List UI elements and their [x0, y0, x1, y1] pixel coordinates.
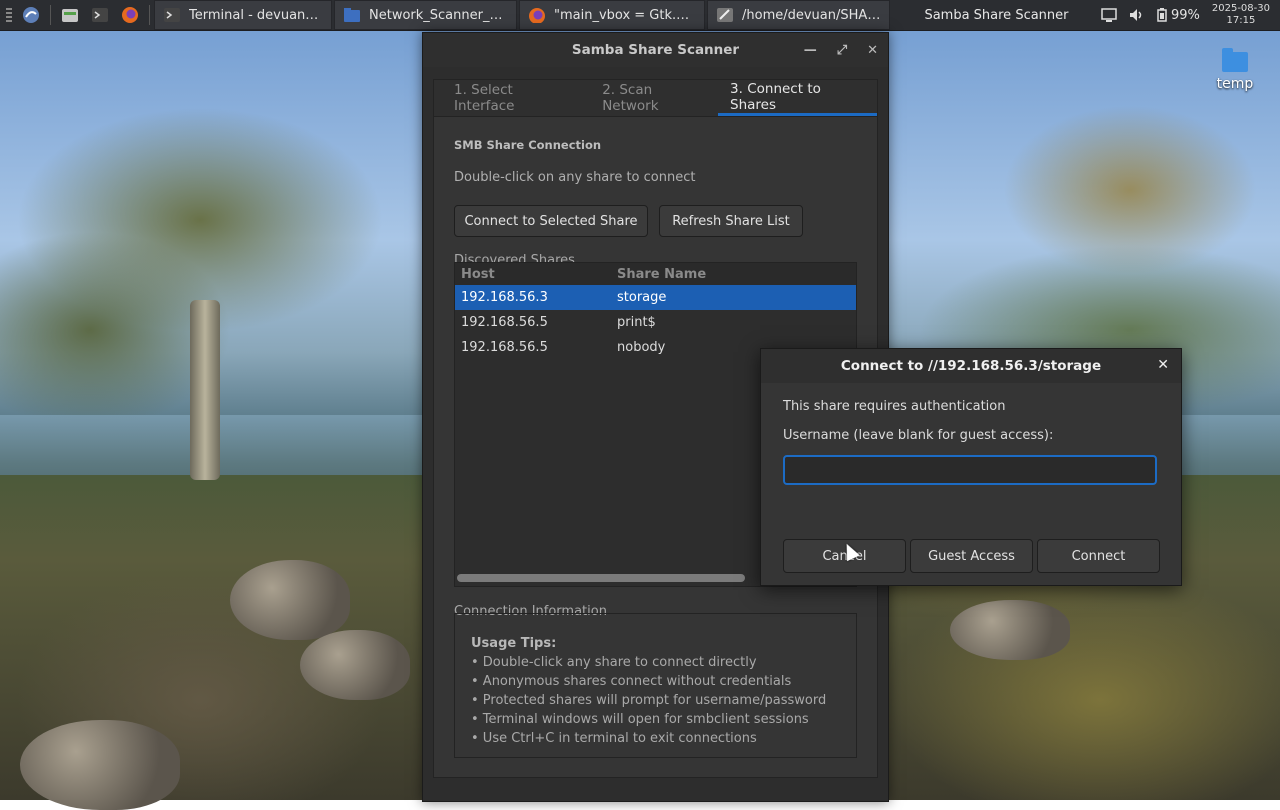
separator [50, 5, 51, 25]
column-header-share-name[interactable]: Share Name [611, 263, 856, 285]
tip-line: • Anonymous shares connect without crede… [471, 674, 792, 689]
volume-icon[interactable] [1129, 8, 1145, 22]
clock-time: 17:15 [1226, 15, 1256, 26]
minimize-icon[interactable]: — [804, 43, 817, 58]
window-title: Samba Share Scanner [571, 42, 740, 58]
wallpaper-rock [300, 630, 410, 700]
auth-message: This share requires authentication [783, 399, 1006, 414]
clock-date: 2025-08-30 [1211, 3, 1270, 14]
auth-dialog: Connect to //192.168.56.3/storage ✕ This… [760, 348, 1182, 586]
table-row[interactable]: 192.168.56.3 storage [455, 285, 856, 310]
guest-access-button[interactable]: Guest Access [910, 539, 1033, 573]
section-title: SMB Share Connection [454, 138, 602, 152]
task-label: "main_vbox = Gtk.VBo... [554, 7, 696, 23]
folder-icon [344, 8, 360, 22]
username-input[interactable] [783, 455, 1157, 485]
close-icon[interactable]: ✕ [1157, 357, 1169, 373]
cell-share: print$ [617, 315, 656, 330]
folder-icon [1222, 48, 1248, 72]
battery-indicator[interactable]: 99% [1157, 8, 1200, 23]
tab-select-interface[interactable]: 1. Select Interface [434, 80, 582, 116]
tab-connect-to-shares[interactable]: 3. Connect to Shares [718, 80, 878, 116]
dialog-titlebar[interactable]: Connect to //192.168.56.3/storage ✕ [761, 349, 1181, 383]
wallpaper-tree [190, 300, 220, 480]
battery-percent: 99% [1170, 7, 1200, 23]
terminal-launcher-icon[interactable] [89, 4, 111, 26]
tip-line: • Protected shares will prompt for usern… [471, 693, 827, 708]
cell-host: 192.168.56.5 [461, 315, 548, 330]
wallpaper-rock [20, 720, 180, 810]
task-file-manager[interactable]: Network_Scanner_To... [334, 0, 517, 30]
connection-info-frame: Usage Tips: • Double-click any share to … [454, 613, 857, 758]
firefox-icon [529, 8, 545, 23]
tab-bar: 1. Select Interface 2. Scan Network 3. C… [434, 80, 878, 117]
tips-title: Usage Tips: [471, 636, 557, 651]
task-firefox[interactable]: "main_vbox = Gtk.VBo... [519, 0, 705, 30]
dialog-title: Connect to //192.168.56.3/storage [840, 358, 1102, 374]
table-row[interactable]: 192.168.56.5 print$ [455, 310, 856, 335]
editor-icon [717, 8, 733, 22]
tip-line: • Double-click any share to connect dire… [471, 655, 757, 670]
display-icon[interactable] [1101, 8, 1117, 22]
cell-share: storage [617, 290, 667, 305]
tab-scan-network[interactable]: 2. Scan Network [582, 80, 718, 116]
terminal-icon [164, 8, 180, 22]
close-icon[interactable]: ✕ [867, 43, 878, 58]
tip-line: • Use Ctrl+C in terminal to exit connect… [471, 731, 757, 746]
tip-line: • Terminal windows will open for smbclie… [471, 712, 809, 727]
wallpaper-rock [230, 560, 350, 640]
task-terminal[interactable]: Terminal - devuan@d... [154, 0, 332, 30]
clock[interactable]: 2025-08-30 17:15 [1212, 3, 1270, 27]
task-label: /home/devuan/SHAR... [742, 7, 881, 23]
panel-grip[interactable] [6, 8, 12, 22]
task-label: Network_Scanner_To... [369, 7, 508, 23]
file-manager-launcher-icon[interactable] [59, 4, 81, 26]
wallpaper-rock [950, 600, 1070, 660]
horizontal-scrollbar[interactable] [457, 574, 745, 582]
taskbar: Terminal - devuan@d... Network_Scanner_T… [0, 0, 1280, 31]
menu-launcher-icon[interactable] [20, 4, 42, 26]
active-window-title: Samba Share Scanner [924, 7, 1069, 23]
connect-selected-share-button[interactable]: Connect to Selected Share [454, 205, 648, 237]
desktop-icon-label: temp [1216, 76, 1254, 92]
window-titlebar[interactable]: Samba Share Scanner — ⤢ ✕ [423, 33, 888, 67]
cell-host: 192.168.56.3 [461, 290, 548, 305]
table-header: Host Share Name [455, 263, 856, 285]
maximize-icon[interactable]: ⤢ [837, 43, 847, 58]
system-tray: 99% 2025-08-30 17:15 [1101, 3, 1280, 27]
battery-icon [1157, 8, 1167, 22]
desktop-folder-temp[interactable]: temp [1210, 48, 1260, 92]
task-editor[interactable]: /home/devuan/SHAR... [707, 0, 890, 30]
cell-host: 192.168.56.5 [461, 340, 548, 355]
hint-text: Double-click on any share to connect [454, 170, 696, 185]
connect-button[interactable]: Connect [1037, 539, 1160, 573]
task-label: Terminal - devuan@d... [189, 7, 323, 23]
refresh-share-list-button[interactable]: Refresh Share List [659, 205, 803, 237]
separator [149, 5, 150, 25]
firefox-launcher-icon[interactable] [119, 4, 141, 26]
username-label: Username (leave blank for guest access): [783, 428, 1054, 443]
column-header-host[interactable]: Host [455, 263, 611, 285]
